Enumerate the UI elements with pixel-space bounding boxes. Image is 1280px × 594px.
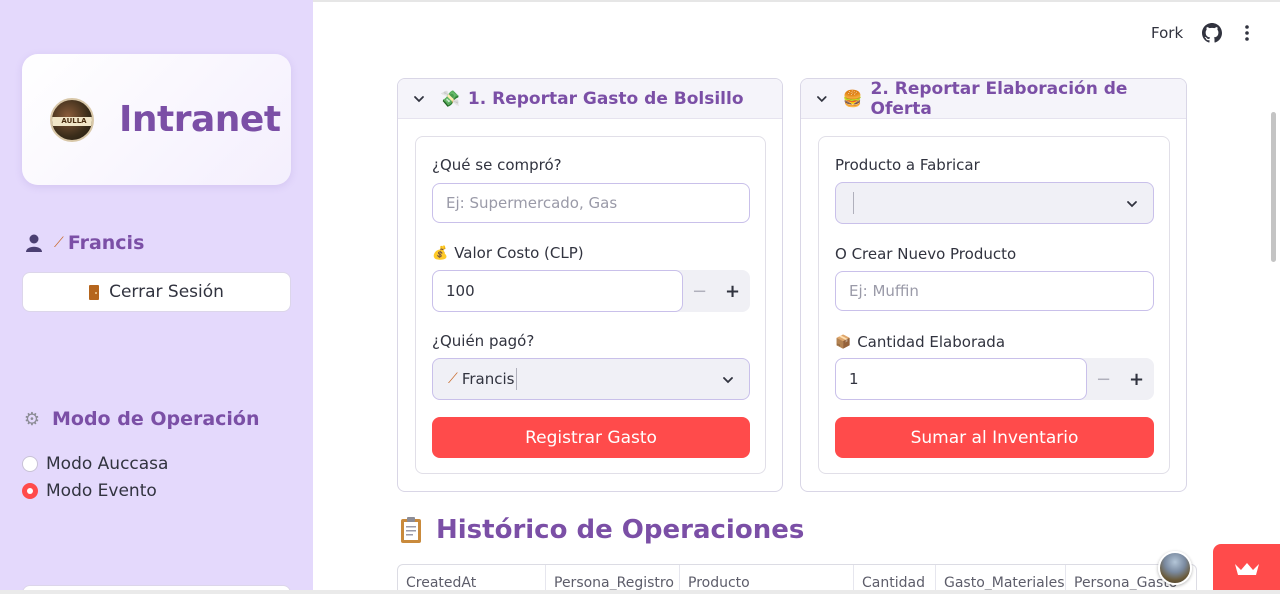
cost-label: Valor Costo (CLP)	[454, 244, 584, 262]
streamlit-badge[interactable]	[1213, 544, 1280, 594]
history-title: Histórico de Operaciones	[436, 515, 805, 545]
mode-option-label: Modo Evento	[46, 481, 157, 501]
cost-stepper: 100 − +	[432, 270, 750, 312]
increment-button[interactable]: +	[716, 270, 749, 312]
logo-card: AULLA Intranet	[22, 54, 291, 185]
product-label: Producto a Fabricar	[835, 156, 980, 174]
mode-option-label: Modo Auccasa	[46, 454, 169, 474]
package-icon: 📦	[835, 334, 852, 350]
increment-button[interactable]: +	[1120, 358, 1153, 400]
door-icon	[89, 284, 100, 300]
production-expander-header[interactable]: 🍔 2. Reportar Elaboración de Oferta	[801, 79, 1186, 119]
production-expander: 🍔 2. Reportar Elaboración de Oferta Prod…	[800, 78, 1187, 492]
expense-form: ¿Qué se compró? Ej: Supermercado, Gas 💰 …	[415, 136, 766, 474]
app-title: Intranet	[119, 99, 281, 140]
gear-icon: ⚙	[23, 408, 41, 430]
register-expense-button[interactable]: Registrar Gasto	[432, 417, 750, 458]
sidebar: AULLA Intranet ⟋ Francis Cerrar Sesión ⚙…	[0, 0, 313, 594]
money-bag-icon: 💰	[432, 245, 449, 261]
github-icon[interactable]	[1202, 23, 1222, 43]
mode-title: Modo de Operación	[52, 408, 260, 430]
production-form: Producto a Fabricar O Crear Nuevo Produc…	[818, 136, 1170, 474]
what-input[interactable]: Ej: Supermercado, Gas	[432, 183, 750, 223]
chevron-down-icon	[1127, 201, 1137, 208]
new-product-input[interactable]: Ej: Muffin	[835, 271, 1154, 311]
decrement-button[interactable]: −	[1087, 358, 1120, 400]
money-icon: 💸	[440, 89, 460, 108]
decrement-button[interactable]: −	[683, 270, 716, 312]
production-title: 2. Reportar Elaboración de Oferta	[870, 78, 1128, 119]
stick-icon: ⟋	[448, 371, 458, 387]
mode-option-evento[interactable]: Modo Evento	[22, 481, 157, 501]
fork-link[interactable]: Fork	[1151, 24, 1183, 42]
logout-button[interactable]: Cerrar Sesión	[22, 272, 291, 312]
crown-icon	[1234, 563, 1259, 575]
text-cursor	[853, 192, 854, 214]
new-product-label: O Crear Nuevo Producto	[835, 245, 1017, 263]
expense-expander-header[interactable]: 💸 1. Reportar Gasto de Bolsillo	[398, 79, 782, 119]
qty-label: Cantidad Elaborada	[857, 333, 1006, 351]
more-options-icon[interactable]	[1240, 24, 1254, 42]
stick-icon: ⟋	[54, 235, 64, 251]
radio-checked[interactable]	[22, 483, 38, 499]
bottom-border	[0, 590, 1280, 594]
qty-label-row: 📦 Cantidad Elaborada	[835, 333, 1005, 351]
expense-expander: 💸 1. Reportar Gasto de Bolsillo ¿Qué se …	[397, 78, 783, 492]
chevron-down-icon	[723, 377, 733, 384]
mode-section-title: ⚙ Modo de Operación	[22, 408, 260, 430]
payer-label: ¿Quién pagó?	[432, 332, 535, 350]
product-select[interactable]	[835, 182, 1154, 224]
mode-option-auccasa[interactable]: Modo Auccasa	[22, 454, 168, 474]
add-inventory-button[interactable]: Sumar al Inventario	[835, 417, 1154, 458]
chevron-down-icon	[414, 95, 424, 102]
chevron-down-icon	[817, 95, 827, 102]
cost-input[interactable]: 100	[432, 270, 683, 312]
history-heading: Histórico de Operaciones	[400, 515, 804, 545]
qty-stepper: 1 − +	[835, 358, 1154, 400]
logo-badge-text: AULLA	[52, 117, 92, 126]
expense-title: 1. Reportar Gasto de Bolsillo	[467, 88, 744, 109]
user-name: Francis	[67, 232, 145, 254]
logout-label: Cerrar Sesión	[109, 282, 224, 302]
cost-label-row: 💰 Valor Costo (CLP)	[432, 244, 584, 262]
user-icon	[26, 234, 42, 252]
logo-image: AULLA	[50, 98, 94, 142]
payer-select[interactable]: ⟋ Francis	[432, 358, 750, 400]
payer-value: Francis	[461, 370, 515, 388]
user-info: ⟋ Francis	[24, 231, 144, 255]
radio-unchecked[interactable]	[22, 456, 38, 472]
avatar[interactable]	[1158, 551, 1192, 585]
text-cursor	[516, 368, 518, 390]
burger-icon: 🍔	[842, 89, 863, 108]
what-label: ¿Qué se compró?	[432, 156, 562, 174]
page-scrollbar[interactable]	[1271, 112, 1276, 262]
clipboard-icon	[401, 517, 421, 543]
qty-input[interactable]: 1	[835, 358, 1087, 400]
